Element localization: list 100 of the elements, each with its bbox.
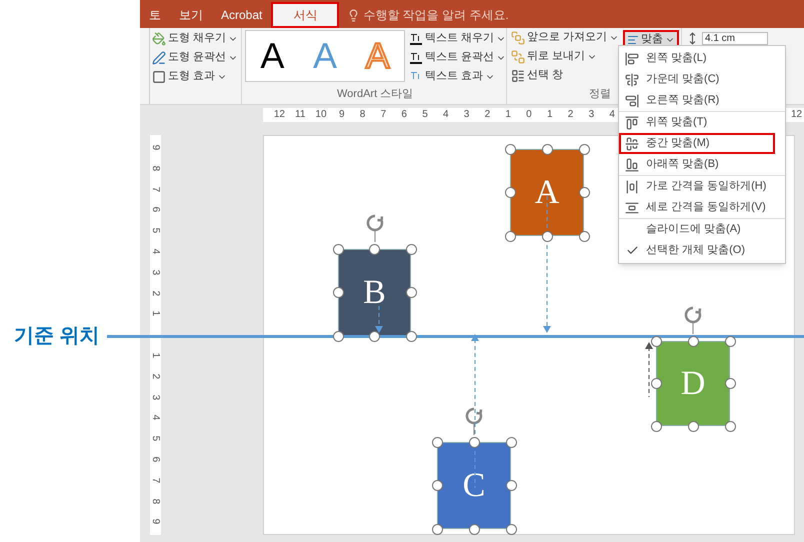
- resize-handle[interactable]: [506, 436, 516, 448]
- ribbon-tab[interactable]: 서식: [271, 2, 340, 28]
- resize-handle[interactable]: [504, 230, 516, 242]
- resize-handle[interactable]: [369, 244, 380, 254]
- resize-handle[interactable]: [432, 436, 442, 448]
- group-label: WordArt 스타일: [337, 86, 414, 102]
- menu-item[interactable]: 오른쪽 맞춤(R): [619, 90, 785, 111]
- resize-handle[interactable]: [650, 420, 662, 432]
- ruler-number: 8: [149, 164, 162, 173]
- resize-handle[interactable]: [650, 378, 662, 389]
- menu-item[interactable]: 세로 간격을 동일하게(V): [619, 197, 785, 218]
- tell-me-placeholder: 수행할 작업을 알려 주세요.: [363, 7, 509, 24]
- resize-handle[interactable]: [406, 244, 416, 254]
- align-icon: [627, 34, 640, 46]
- group-label: 정렬: [589, 86, 611, 102]
- menu-item[interactable]: 선택한 개체 맞춤(O): [619, 240, 785, 261]
- ruler-number: 4: [442, 108, 450, 122]
- resize-handle[interactable]: [332, 287, 344, 298]
- resize-handle[interactable]: [578, 144, 590, 154]
- menu-item[interactable]: 가로 간격을 동일하게(H): [619, 176, 785, 197]
- resize-handle[interactable]: [332, 330, 344, 342]
- square-icon: [152, 70, 166, 84]
- ruler-number: 5: [149, 226, 162, 236]
- resize-handle[interactable]: [432, 480, 442, 491]
- shape-style-button[interactable]: 도형 채우기: [152, 31, 241, 46]
- ruler-number: 2: [149, 372, 162, 381]
- pen-icon: [152, 50, 166, 64]
- resize-handle[interactable]: [432, 524, 442, 534]
- ruler-number: 9: [149, 518, 162, 527]
- ruler-number: 8: [149, 497, 162, 506]
- tell-me-field[interactable]: 수행할 작업을 알려 주세요.: [347, 2, 509, 28]
- height-field[interactable]: 4.1 cm: [702, 32, 768, 45]
- align-icon: [625, 116, 639, 130]
- ruler-number: 11: [294, 108, 306, 122]
- ribbon-tab[interactable]: 보기: [170, 2, 212, 28]
- rectangle[interactable]: A: [510, 149, 584, 236]
- rectangle[interactable]: C: [437, 442, 511, 529]
- pane-icon: [511, 68, 525, 82]
- arrange-button[interactable]: 앞으로 가져오기: [511, 30, 620, 45]
- shape-style-button[interactable]: 도형 윤곽선: [152, 50, 241, 65]
- ruler-number: 6: [149, 206, 162, 215]
- align-icon: [625, 200, 639, 214]
- send-backward-icon: [511, 50, 525, 64]
- ruler-number: 10: [314, 108, 328, 122]
- resize-handle[interactable]: [332, 244, 344, 254]
- menu-item[interactable]: 아래쪽 맞춤(B): [619, 154, 785, 175]
- ruler-number: 4: [149, 414, 162, 423]
- ruler-number: 12: [790, 108, 803, 122]
- ruler-number: 1: [149, 352, 162, 360]
- arrange-button[interactable]: 선택 창: [511, 68, 620, 83]
- rotate-handle-icon[interactable]: [364, 213, 384, 243]
- ruler-number: 4: [608, 108, 616, 122]
- resize-handle[interactable]: [542, 144, 552, 154]
- text-style-button[interactable]: 텍스트 윤곽선: [408, 50, 506, 65]
- ribbon-tab[interactable]: Acrobat: [212, 2, 272, 28]
- ruler-number: 2: [149, 289, 162, 298]
- text-style-icon: [408, 32, 423, 46]
- arrange-button[interactable]: 뒤로 보내기: [511, 49, 620, 64]
- ruler-number: 3: [149, 268, 162, 277]
- ruler-number: 4: [149, 248, 162, 256]
- align-icon: [625, 180, 639, 194]
- wordart-sample[interactable]: A: [260, 38, 284, 74]
- menu-item[interactable]: 중간 맞춤(M): [619, 133, 775, 154]
- ruler-number: 7: [149, 185, 162, 194]
- paint-bucket-icon: [152, 32, 166, 46]
- ruler-number: 1: [504, 108, 512, 122]
- ruler-number: 12: [272, 108, 286, 122]
- ruler-number: 7: [380, 108, 388, 122]
- shape-style-button[interactable]: 도형 효과: [152, 69, 241, 84]
- text-style-button[interactable]: 텍스트 채우기: [408, 31, 506, 46]
- ribbon-tab[interactable]: 토: [140, 2, 170, 28]
- ruler-number: 1: [546, 108, 554, 122]
- align-icon: [625, 72, 639, 86]
- dashed-arrow: [374, 306, 384, 334]
- ruler-number: 6: [149, 456, 162, 464]
- ruler-number: 5: [149, 434, 162, 444]
- menu-item[interactable]: 가운데 맞춤(C): [619, 69, 785, 90]
- ruler-number: 9: [338, 108, 346, 122]
- menu-item[interactable]: 위쪽 맞춤(T): [619, 112, 785, 133]
- ruler-number: 6: [400, 108, 408, 122]
- ruler-number: 0: [525, 108, 533, 122]
- dashed-arrow: [644, 341, 654, 397]
- resize-handle[interactable]: [504, 187, 516, 198]
- rotate-handle-icon[interactable]: [464, 406, 484, 436]
- ruler-number: 2: [484, 108, 492, 122]
- lightbulb-icon: [347, 8, 360, 22]
- rotate-handle-icon[interactable]: [683, 305, 703, 335]
- ruler-number: 9: [149, 144, 162, 152]
- ruler-number: 8: [358, 108, 366, 122]
- ruler-number: 3: [149, 393, 162, 402]
- text-style-icon: [408, 50, 423, 64]
- align-icon: [625, 158, 639, 172]
- resize-handle[interactable]: [504, 144, 516, 154]
- ruler-number: 7: [149, 476, 162, 485]
- rectangle[interactable]: B: [338, 249, 411, 336]
- menu-item[interactable]: 왼쪽 맞춤(L): [619, 48, 785, 69]
- text-style-button[interactable]: 텍스트 효과: [408, 69, 506, 84]
- bring-forward-icon: [511, 30, 525, 44]
- menu-item[interactable]: 슬라이드에 맞춤(A): [619, 219, 785, 240]
- resize-handle[interactable]: [468, 436, 480, 448]
